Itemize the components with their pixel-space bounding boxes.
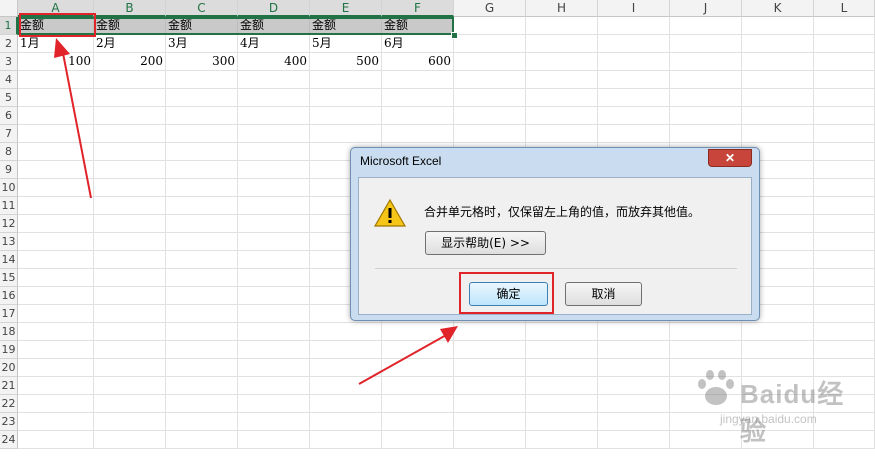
close-icon: ✕ xyxy=(724,151,736,165)
ok-button[interactable]: 确定 xyxy=(469,282,548,306)
watermark: Baidu经验 jingyan.baidu.com xyxy=(680,360,870,456)
dialog-message: 合并单元格时，仅保留左上角的值，而放弃其他值。 xyxy=(424,205,701,219)
watermark-url: jingyan.baidu.com xyxy=(720,412,817,426)
warning-icon xyxy=(374,198,406,227)
dialog-title: Microsoft Excel xyxy=(360,154,442,168)
paw-logo-icon xyxy=(698,370,734,405)
dialog-titlebar[interactable]: Microsoft Excel ✕ xyxy=(351,148,759,176)
merge-warning-dialog: Microsoft Excel ✕ 合并单元格时，仅保留左上角的值，而放弃其他值… xyxy=(350,147,760,321)
dialog-separator xyxy=(375,268,737,269)
cancel-button[interactable]: 取消 xyxy=(565,282,642,306)
show-help-button[interactable]: 显示帮助(E) >> xyxy=(425,231,546,255)
dialog-body: 合并单元格时，仅保留左上角的值，而放弃其他值。 显示帮助(E) >> 确定 取消 xyxy=(358,177,752,315)
close-button[interactable]: ✕ xyxy=(708,149,752,167)
watermark-brand: Baidu经验 xyxy=(740,379,845,446)
